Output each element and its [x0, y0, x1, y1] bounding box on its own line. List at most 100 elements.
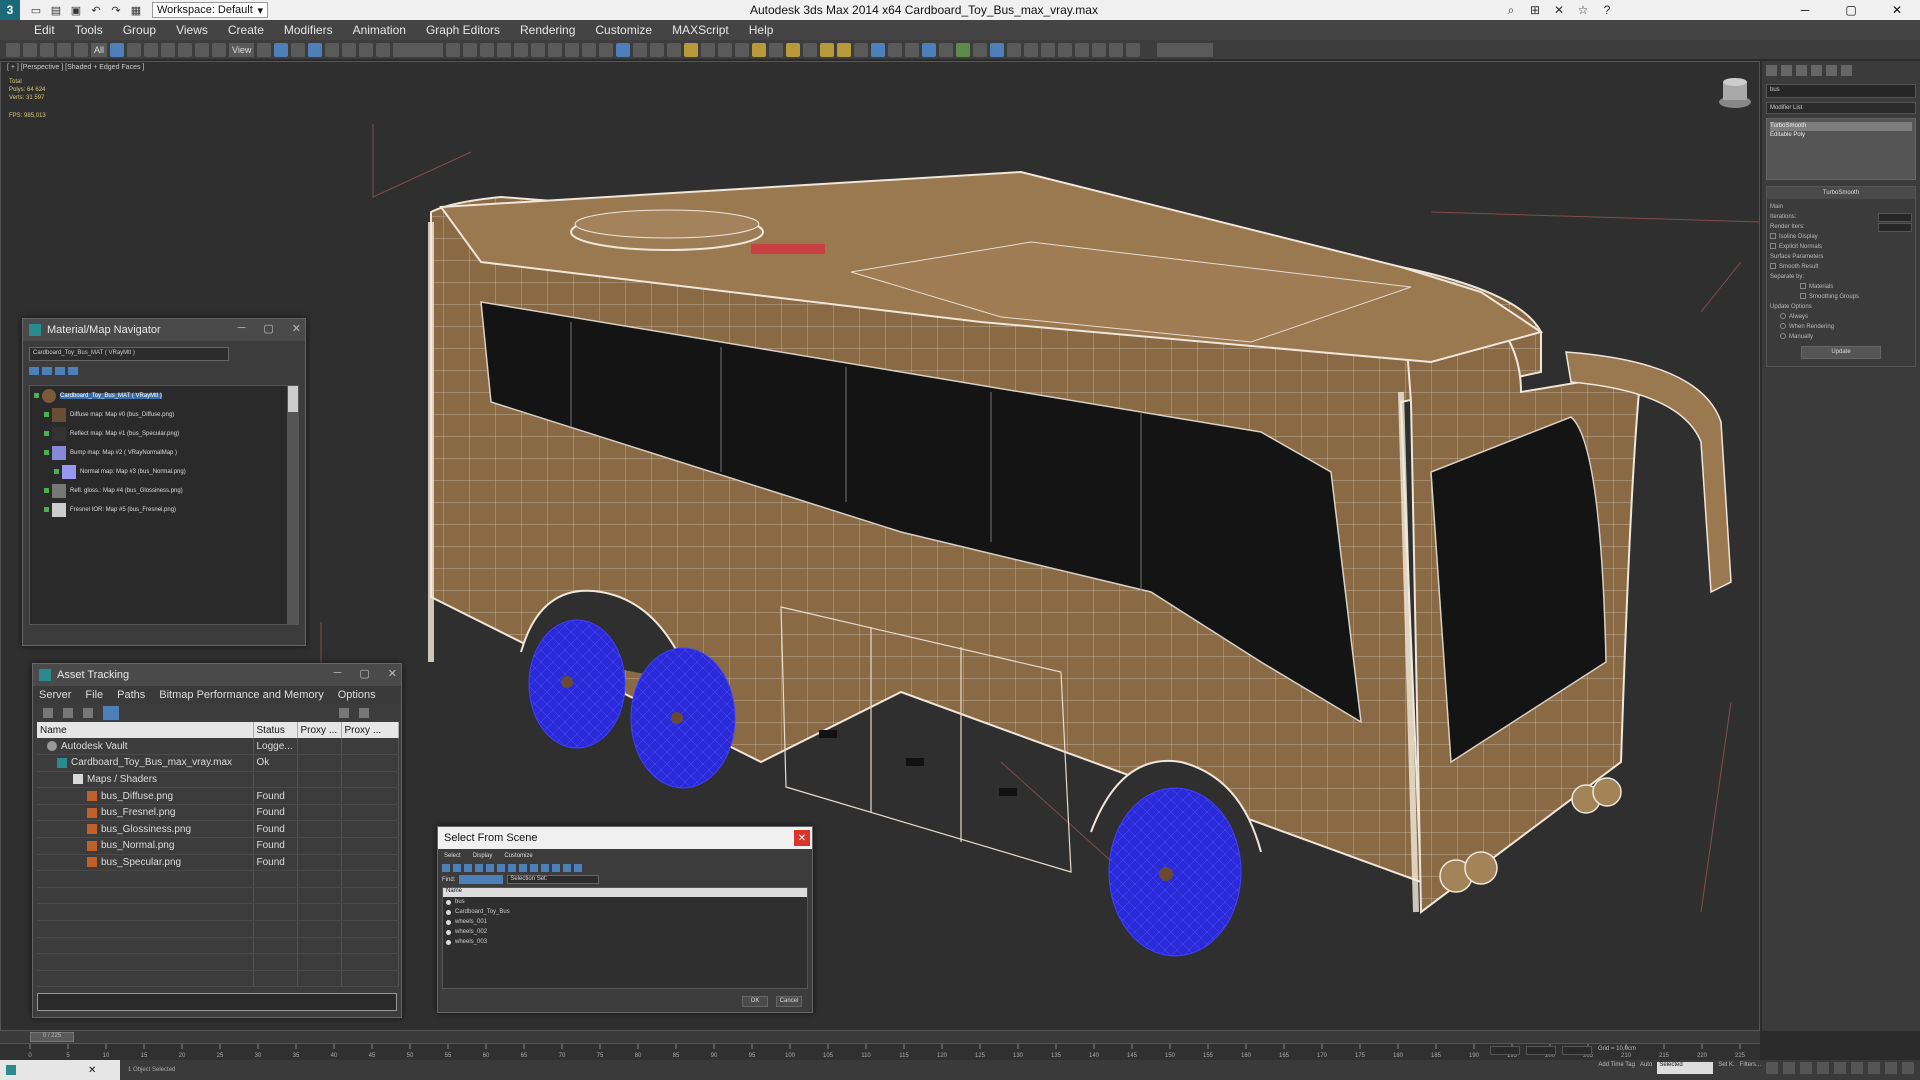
menu-display[interactable]: Display [473, 853, 493, 859]
stack-item-editable-poly[interactable]: Editable Poly [1770, 131, 1912, 140]
modify-tab-icon[interactable] [1781, 65, 1792, 76]
tree-item-map[interactable]: Reflect map: Map #1 (bus_Specular.png) [30, 424, 290, 443]
select-object-icon[interactable] [110, 42, 125, 57]
unlink-icon[interactable] [57, 42, 71, 57]
layer-manager-icon[interactable] [480, 42, 495, 57]
filter-geometry-icon[interactable] [442, 864, 450, 872]
material-navigator-titlebar[interactable]: Material/Map Navigator ─ ▢ ✕ [23, 319, 305, 341]
favorites-star-icon[interactable]: ☆ [1572, 1, 1594, 19]
asset-tracking-titlebar[interactable]: Asset Tracking ─ ▢ ✕ [33, 664, 401, 686]
keyboard-shortcut-icon[interactable] [291, 42, 306, 57]
menu-views[interactable]: Views [166, 23, 218, 37]
tools-icon[interactable]: ✕ [1548, 1, 1570, 19]
tree-item-map[interactable]: Fresnel IOR: Map #5 (bus_Fresnel.png) [30, 500, 290, 519]
menu-tools[interactable]: Tools [65, 23, 113, 37]
vray-dome-icon[interactable] [820, 42, 835, 57]
vray-light-icon[interactable] [684, 42, 699, 57]
tree-item-map[interactable]: Refl. gloss.: Map #4 (bus_Glossiness.png… [30, 481, 290, 500]
vray-toolbar-icon-11[interactable] [888, 42, 903, 57]
orbit-icon[interactable] [1885, 1062, 1897, 1074]
vray-toolbar-icon-18[interactable] [1007, 42, 1022, 57]
bus-model[interactable] [428, 170, 1732, 914]
vray-toolbar-icon-15[interactable] [956, 42, 971, 57]
vray-toolbar-icon-14[interactable] [939, 42, 954, 57]
vray-toolbar-icon-9[interactable] [854, 42, 869, 57]
play-icon[interactable] [1800, 1062, 1812, 1074]
project-folder-icon[interactable]: ▦ [128, 3, 144, 17]
snaps-toggle-icon[interactable] [308, 42, 323, 57]
vray-toolbar-icon-10[interactable] [871, 42, 886, 57]
add-time-tag-label[interactable]: Add Time Tag [1598, 1062, 1635, 1074]
list-item[interactable]: Cardboard_Toy_Bus [443, 907, 807, 917]
menu-modifiers[interactable]: Modifiers [274, 23, 343, 37]
menu-create[interactable]: Create [218, 23, 274, 37]
asset-path-field[interactable] [37, 993, 397, 1011]
vray-toolbar-icon-17[interactable] [990, 42, 1005, 57]
ok-button[interactable]: OK [742, 996, 768, 1007]
list-item[interactable]: wheels_003 [443, 937, 807, 947]
select-rotate-icon[interactable] [195, 42, 210, 57]
table-row[interactable]: Maps / Shaders [37, 771, 399, 789]
viewcube-icon[interactable] [1719, 78, 1751, 108]
vray-ies-icon[interactable] [837, 42, 852, 57]
maximize-button[interactable]: ▢ [359, 667, 369, 680]
view-large-icons-icon[interactable] [68, 367, 78, 375]
vray-toolbar-icon-4[interactable] [667, 42, 682, 57]
bind-space-warp-icon[interactable] [74, 42, 88, 57]
vray-toolbar-icon-12[interactable] [905, 42, 920, 57]
filter-xrefs-icon[interactable] [519, 864, 527, 872]
minimize-button[interactable]: ─ [238, 322, 246, 335]
binoculars-icon[interactable]: ⊞ [1524, 1, 1546, 19]
table-row[interactable]: bus_Normal.png Found [37, 837, 399, 855]
view-list-icon[interactable] [29, 367, 39, 375]
vray-toolbar-icon-13[interactable] [922, 42, 937, 57]
find-input[interactable] [459, 875, 504, 884]
vray-toolbar-icon-6[interactable] [718, 42, 733, 57]
undo-icon[interactable]: ↶ [88, 3, 104, 17]
mirror-icon[interactable] [446, 42, 461, 57]
tree-item-map[interactable]: Diffuse map: Map #0 (bus_Diffuse.png) [30, 405, 290, 424]
vray-toolbar-icon-22[interactable] [1075, 42, 1090, 57]
vray-toolbar-icon-2[interactable] [633, 42, 648, 57]
set-key-button[interactable]: Set K. [1718, 1062, 1734, 1074]
iterations-spinner[interactable] [1878, 212, 1912, 222]
rendered-frame-window-icon[interactable] [582, 42, 597, 57]
menu-rendering[interactable]: Rendering [510, 23, 585, 37]
filter-bones-icon[interactable] [530, 864, 538, 872]
menu-customize[interactable]: Customize [504, 853, 532, 859]
menu-edit[interactable]: Edit [24, 23, 65, 37]
material-editor-icon[interactable] [548, 42, 563, 57]
column-proxy-resolution[interactable]: Proxy ... [297, 722, 342, 738]
checkout-icon[interactable] [83, 708, 93, 718]
close-button[interactable]: ✕ [292, 322, 301, 335]
view-small-icons-icon[interactable] [55, 367, 65, 375]
render-production-icon[interactable] [599, 42, 614, 57]
selection-filter-dropdown[interactable]: All [91, 42, 108, 57]
display-all-icon[interactable] [552, 864, 560, 872]
checkin-icon[interactable] [63, 708, 73, 718]
next-frame-icon[interactable] [1817, 1062, 1829, 1074]
vray-toolbar-icon-24[interactable] [1109, 42, 1124, 57]
table-row[interactable]: Autodesk Vault Logge... [37, 738, 399, 756]
menu-customize[interactable]: Customize [585, 23, 662, 37]
table-row[interactable]: bus_Fresnel.png Found [37, 804, 399, 822]
window-crossing-icon[interactable] [161, 42, 176, 57]
pivot-center-icon[interactable] [257, 42, 272, 57]
curve-editor-icon[interactable] [514, 42, 529, 57]
save-file-icon[interactable]: ▣ [68, 3, 84, 17]
explicit-normals-checkbox[interactable] [1770, 243, 1776, 250]
vray-toolbar-icon-25[interactable] [1126, 42, 1141, 57]
material-tree-scrollbar[interactable] [287, 385, 299, 625]
edit-named-selection-icon[interactable] [376, 42, 391, 57]
vray-toolbar-icon-19[interactable] [1024, 42, 1039, 57]
redo-icon[interactable] [23, 42, 37, 57]
table-row[interactable]: bus_Glossiness.png Found [37, 820, 399, 839]
vray-toolbar-icon-16[interactable] [973, 42, 988, 57]
minimize-button[interactable]: ─ [334, 667, 342, 680]
vray-toolbar-icon-3[interactable] [650, 42, 665, 57]
align-icon[interactable] [463, 42, 478, 57]
time-slider-bar[interactable]: 0 / 225 [0, 1031, 1760, 1043]
filter-containers-icon[interactable] [541, 864, 549, 872]
create-tab-icon[interactable] [1766, 65, 1777, 76]
schematic-view-icon[interactable] [531, 42, 546, 57]
